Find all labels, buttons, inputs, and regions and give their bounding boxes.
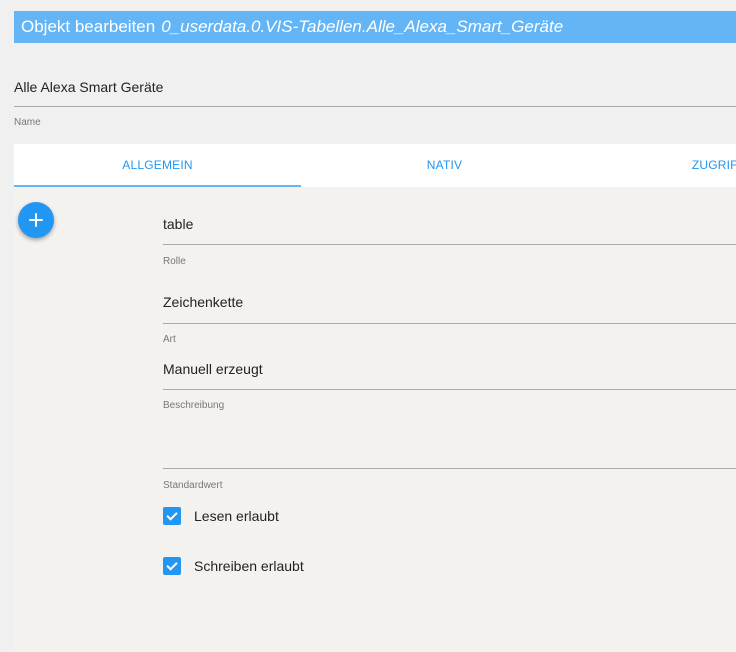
art-label: Art [163, 334, 176, 345]
tab-content-allgemein: table Rolle Zeichenkette Art Manuell erz… [14, 187, 736, 652]
dialog-object-id: 0_userdata.0.VIS-Tabellen.Alle_Alexa_Sma… [161, 17, 564, 36]
rolle-input[interactable]: table [163, 207, 736, 245]
tab-nativ[interactable]: NATIV [301, 144, 588, 187]
checkmark-icon [166, 558, 178, 571]
art-field[interactable]: Zeichenkette Art [163, 285, 736, 345]
plus-icon [29, 213, 43, 227]
tab-allgemein-label: ALLGEMEIN [122, 158, 193, 172]
art-input[interactable]: Zeichenkette [163, 285, 736, 324]
standardwert-field[interactable]: Standardwert [163, 427, 736, 491]
name-label: Name [14, 117, 41, 128]
tab-allgemein[interactable]: ALLGEMEIN [14, 144, 301, 187]
tab-nativ-label: NATIV [426, 158, 463, 172]
schreiben-erlaubt-checkbox[interactable] [163, 557, 181, 575]
rolle-field[interactable]: table Rolle [163, 207, 736, 267]
schreiben-erlaubt-row[interactable]: Schreiben erlaubt [163, 557, 304, 575]
standardwert-input[interactable] [163, 427, 736, 469]
name-field[interactable]: Alle Alexa Smart Geräte Name [14, 70, 736, 128]
rolle-label: Rolle [163, 256, 186, 267]
tab-zugriffskontrolle-label: ZUGRIFFSKO [691, 158, 736, 172]
name-input[interactable]: Alle Alexa Smart Geräte [14, 70, 736, 107]
beschreibung-field[interactable]: Manuell erzeugt Beschreibung [163, 355, 736, 411]
tab-bar: ALLGEMEIN NATIV ZUGRIFFSKO [14, 144, 736, 187]
lesen-erlaubt-row[interactable]: Lesen erlaubt [163, 507, 279, 525]
beschreibung-label: Beschreibung [163, 400, 225, 411]
tab-zugriffskontrolle[interactable]: ZUGRIFFSKO [588, 144, 736, 187]
dialog-title-prefix: Objekt bearbeiten [21, 17, 156, 36]
lesen-erlaubt-checkbox[interactable] [163, 507, 181, 525]
dialog-title-bar: Objekt bearbeiten 0_userdata.0.VIS-Tabel… [14, 11, 736, 43]
add-button[interactable] [18, 202, 54, 238]
schreiben-erlaubt-label: Schreiben erlaubt [194, 558, 304, 574]
checkmark-icon [166, 508, 178, 521]
beschreibung-input[interactable]: Manuell erzeugt [163, 355, 736, 390]
standardwert-label: Standardwert [163, 480, 223, 491]
lesen-erlaubt-label: Lesen erlaubt [194, 508, 279, 524]
